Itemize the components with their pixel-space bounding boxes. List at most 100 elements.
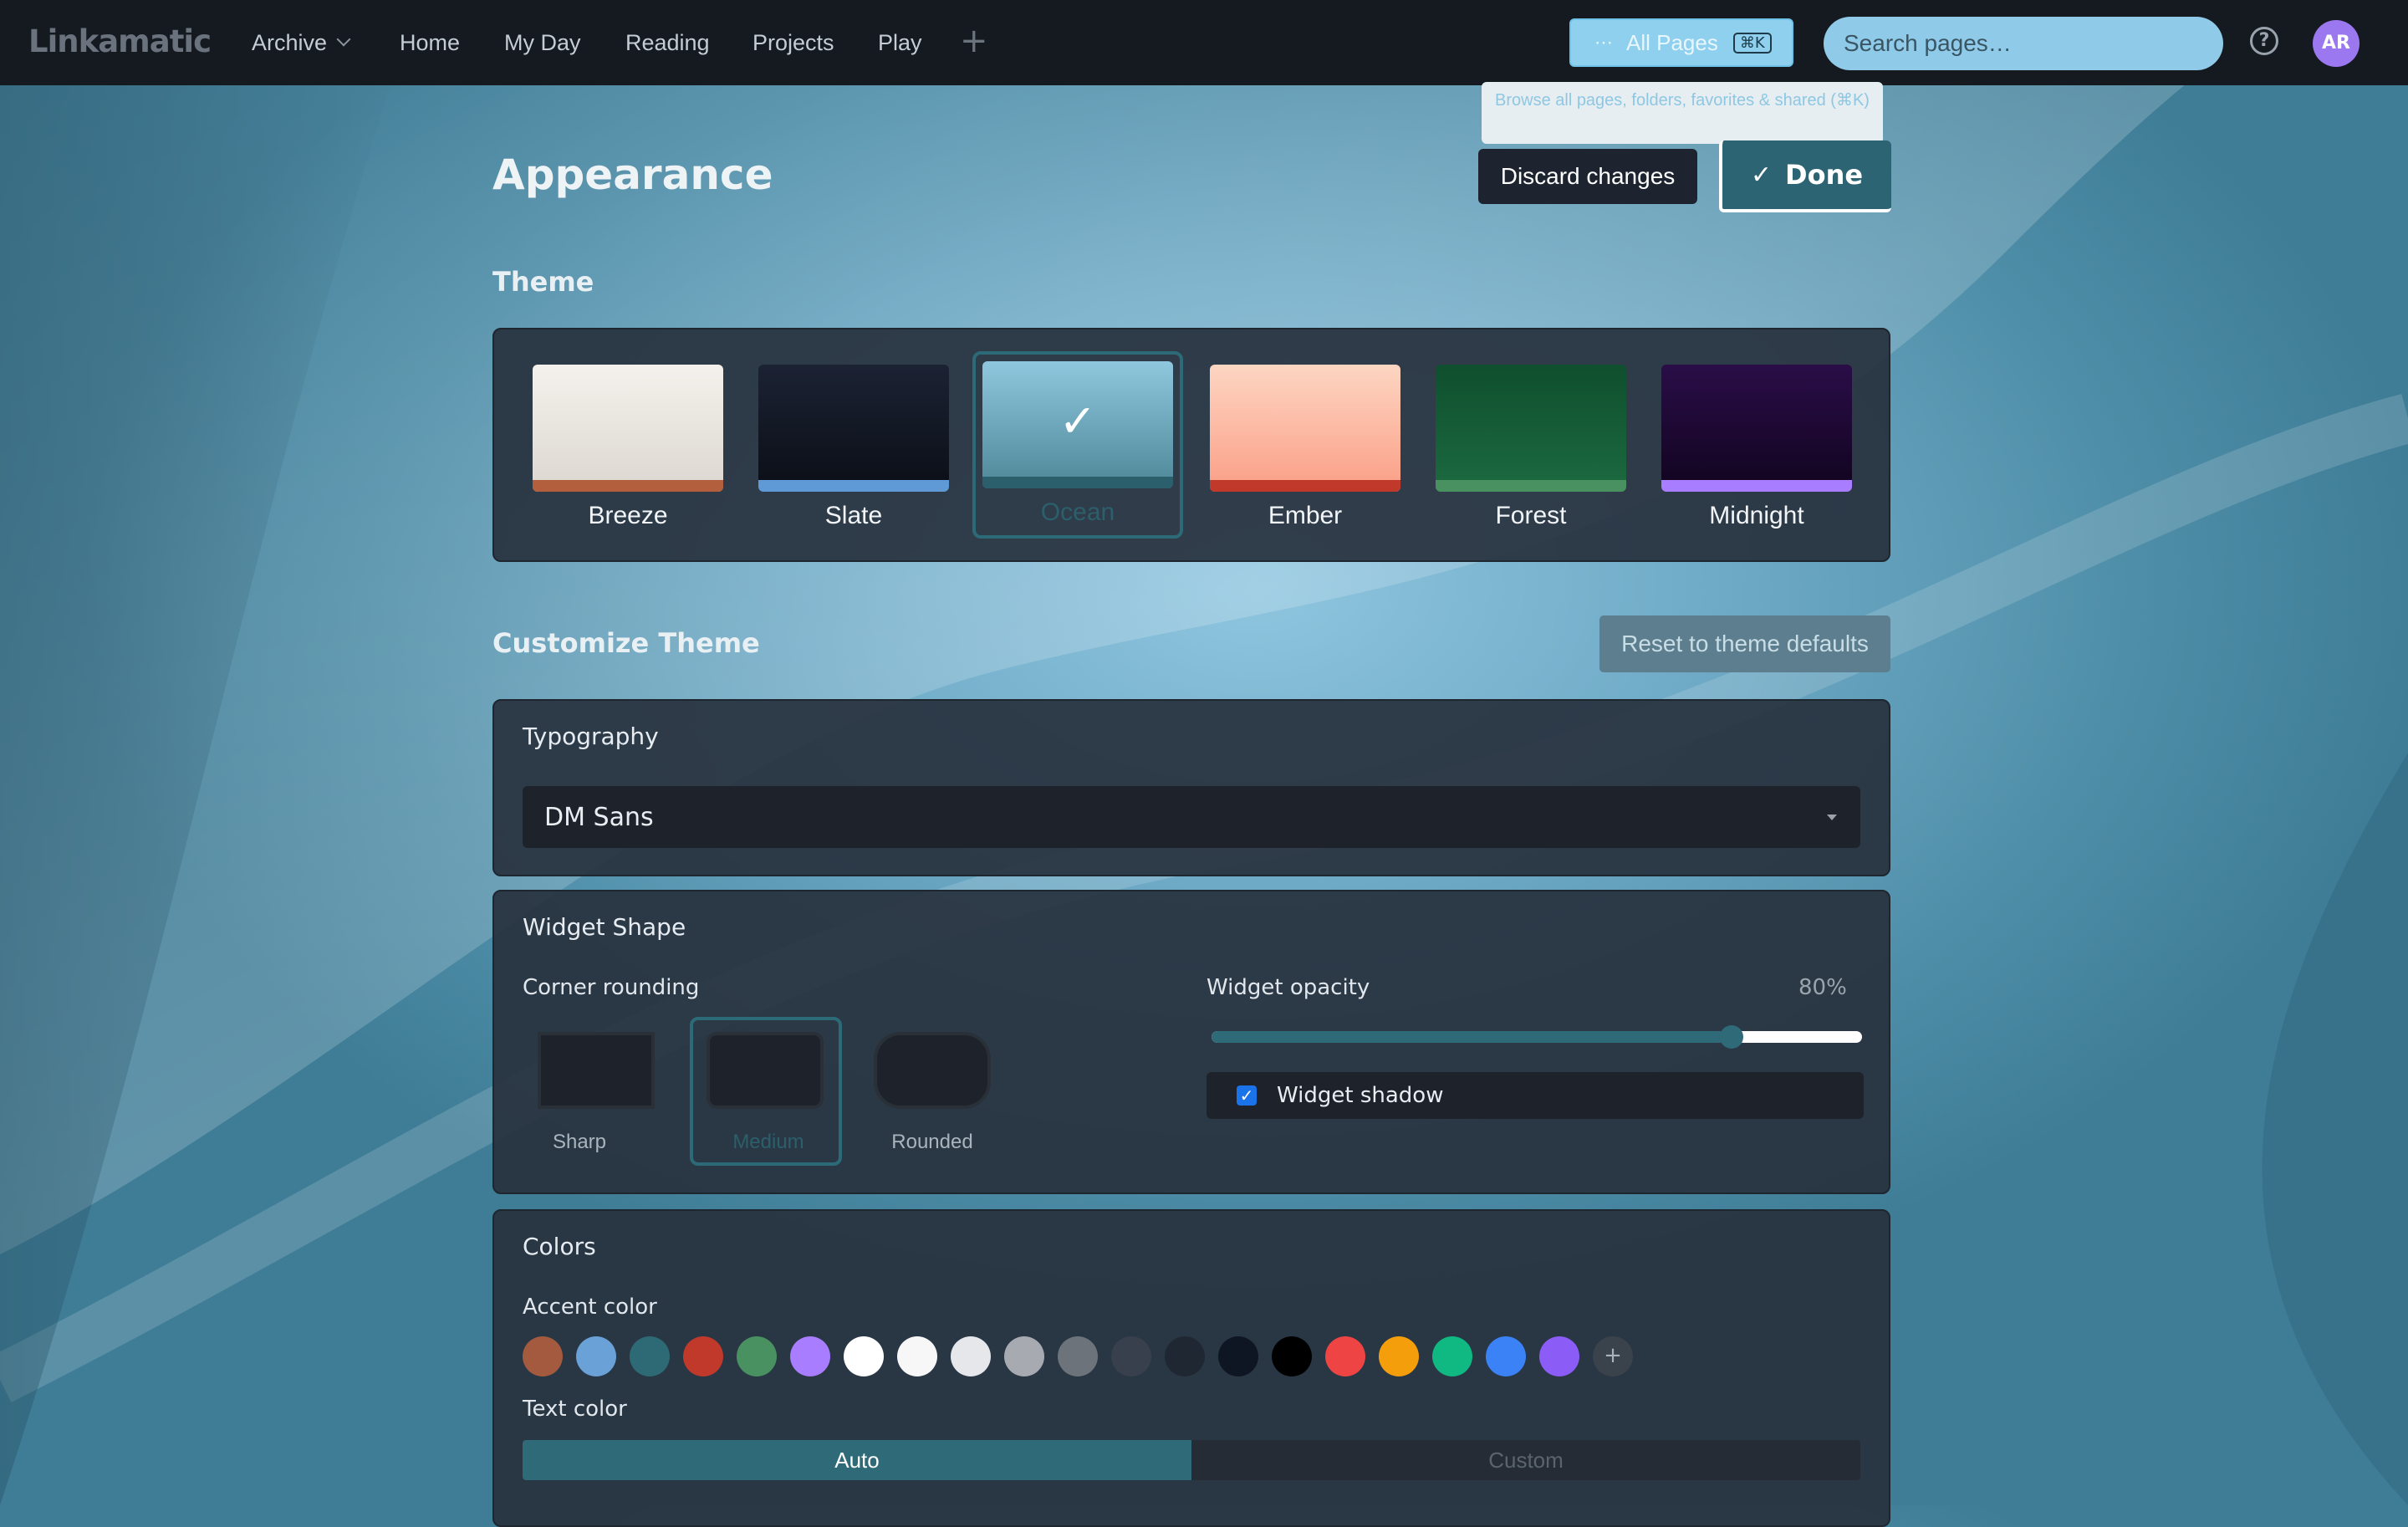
- widget-shadow-row[interactable]: ✓ Widget shadow: [1207, 1072, 1864, 1119]
- opacity-slider-fill: [1212, 1031, 1732, 1043]
- accent-swatch[interactable]: [523, 1336, 563, 1376]
- shape-preview: [707, 1032, 824, 1109]
- accent-swatch[interactable]: [1111, 1336, 1151, 1376]
- widget-opacity-label: Widget opacity: [1207, 975, 1370, 1000]
- all-pages-label: All Pages: [1626, 29, 1718, 55]
- accent-swatch[interactable]: [1432, 1336, 1472, 1376]
- nav-item-home[interactable]: Home: [400, 0, 460, 85]
- opacity-slider[interactable]: [1212, 1025, 1862, 1049]
- accent-swatch[interactable]: [790, 1336, 830, 1376]
- accent-swatch[interactable]: [1058, 1336, 1098, 1376]
- shape-label: Sharp: [552, 1131, 607, 1153]
- accent-swatch[interactable]: [1486, 1336, 1526, 1376]
- shortcut-badge: ⌘K: [1732, 32, 1772, 54]
- check-icon: ✓: [1750, 160, 1773, 190]
- accent-swatches: +: [523, 1336, 1646, 1376]
- nav-item-reading[interactable]: Reading: [625, 0, 710, 85]
- nav-item-projects[interactable]: Projects: [752, 0, 834, 85]
- customize-section-title: Customize Theme: [492, 627, 760, 659]
- accent-swatch[interactable]: [1165, 1336, 1205, 1376]
- colors-title: Colors: [523, 1233, 596, 1260]
- help-icon[interactable]: ?: [2250, 27, 2278, 55]
- accent-swatch[interactable]: [951, 1336, 991, 1376]
- theme-ocean[interactable]: ✓ Ocean: [972, 351, 1183, 539]
- nav-item-play[interactable]: Play: [878, 0, 922, 85]
- corner-rounding-label: Corner rounding: [523, 975, 700, 1000]
- all-pages-tooltip: Browse all pages, folders, favorites & s…: [1482, 82, 1883, 144]
- accent-swatch[interactable]: [1379, 1336, 1419, 1376]
- reset-defaults-button[interactable]: Reset to theme defaults: [1599, 615, 1890, 672]
- nav-archive[interactable]: Archive: [252, 0, 351, 85]
- widget-shadow-label: Widget shadow: [1277, 1083, 1444, 1108]
- text-color-toggle: Auto Custom: [523, 1440, 1860, 1480]
- accent-swatch[interactable]: [1218, 1336, 1258, 1376]
- opacity-slider-thumb[interactable]: [1720, 1025, 1744, 1049]
- accent-swatch[interactable]: [1539, 1336, 1579, 1376]
- nav-item-my-day[interactable]: My Day: [504, 0, 581, 85]
- discard-changes-button[interactable]: Discard changes: [1478, 149, 1697, 204]
- accent-swatch[interactable]: [1004, 1336, 1044, 1376]
- accent-color-label: Accent color: [523, 1295, 657, 1320]
- shape-medium[interactable]: Medium: [690, 1017, 842, 1166]
- accent-swatch[interactable]: [844, 1336, 884, 1376]
- font-select[interactable]: DM Sans: [523, 786, 1860, 848]
- search-input[interactable]: [1824, 17, 2223, 70]
- nav-archive-label: Archive: [252, 29, 328, 55]
- theme-swatch: [533, 365, 723, 492]
- add-color-button[interactable]: +: [1593, 1336, 1633, 1376]
- colors-panel: Colors Accent color + Text color Auto Cu…: [492, 1209, 1890, 1527]
- theme-swatch: [1210, 365, 1400, 492]
- widget-shape-panel: Widget Shape Corner rounding Sharp Mediu…: [492, 890, 1890, 1194]
- theme-swatch: [1661, 365, 1852, 492]
- theme-name: Ember: [1268, 502, 1343, 529]
- text-color-label: Text color: [523, 1397, 627, 1422]
- accent-swatch[interactable]: [630, 1336, 670, 1376]
- shape-rounded[interactable]: Rounded: [855, 1017, 991, 1166]
- font-select-value: DM Sans: [544, 802, 654, 832]
- theme-midnight[interactable]: Midnight: [1643, 355, 1854, 542]
- shape-label: Rounded: [891, 1131, 973, 1153]
- theme-section-title: Theme: [492, 266, 594, 298]
- theme-forest[interactable]: Forest: [1417, 355, 1628, 542]
- add-page-button[interactable]: +: [960, 22, 988, 60]
- accent-swatch[interactable]: [683, 1336, 723, 1376]
- shape-sharp[interactable]: Sharp: [523, 1017, 655, 1166]
- theme-swatch: [758, 365, 949, 492]
- accent-swatch[interactable]: [1272, 1336, 1312, 1376]
- theme-name: Midnight: [1709, 502, 1804, 529]
- accent-swatch[interactable]: [737, 1336, 777, 1376]
- caret-down-icon: [1827, 815, 1837, 820]
- text-color-auto[interactable]: Auto: [523, 1440, 1191, 1480]
- done-label: Done: [1785, 159, 1864, 191]
- check-icon: ✓: [1059, 395, 1097, 447]
- accent-swatch[interactable]: [1325, 1336, 1365, 1376]
- widget-shape-title: Widget Shape: [523, 913, 686, 941]
- accent-swatch[interactable]: [576, 1336, 616, 1376]
- accent-swatch[interactable]: [897, 1336, 937, 1376]
- shape-preview: [874, 1032, 991, 1109]
- all-pages-button[interactable]: ⋯ All Pages ⌘K: [1569, 18, 1793, 67]
- theme-ember[interactable]: Ember: [1191, 355, 1402, 542]
- avatar[interactable]: AR: [2313, 20, 2360, 67]
- app-logo[interactable]: Linkamatic: [28, 23, 212, 59]
- top-bar: Linkamatic Archive Home My Day Reading P…: [0, 0, 2408, 85]
- widget-shadow-checkbox[interactable]: ✓: [1237, 1085, 1257, 1106]
- theme-breeze[interactable]: Breeze: [514, 355, 725, 542]
- shape-label: Medium: [732, 1131, 804, 1153]
- theme-slate[interactable]: Slate: [740, 355, 951, 542]
- chevron-down-icon: [336, 32, 351, 47]
- theme-name: Breeze: [588, 502, 668, 529]
- widget-opacity-value: 80%: [1798, 975, 1847, 1000]
- done-button[interactable]: ✓ Done: [1719, 140, 1891, 212]
- theme-name: Slate: [824, 502, 883, 529]
- theme-swatch: [1436, 365, 1626, 492]
- page-title: Appearance: [492, 151, 773, 199]
- theme-name: Forest: [1495, 502, 1567, 529]
- theme-panel: Breeze Slate ✓ Ocean Ember Forest Midnig…: [492, 328, 1890, 562]
- more-dots-icon: ⋯: [1594, 32, 1615, 53]
- text-color-custom[interactable]: Custom: [1191, 1440, 1860, 1480]
- shape-preview: [538, 1032, 655, 1109]
- typography-panel: Typography DM Sans: [492, 699, 1890, 876]
- theme-name: Ocean: [1040, 498, 1115, 526]
- typography-title: Typography: [523, 723, 659, 750]
